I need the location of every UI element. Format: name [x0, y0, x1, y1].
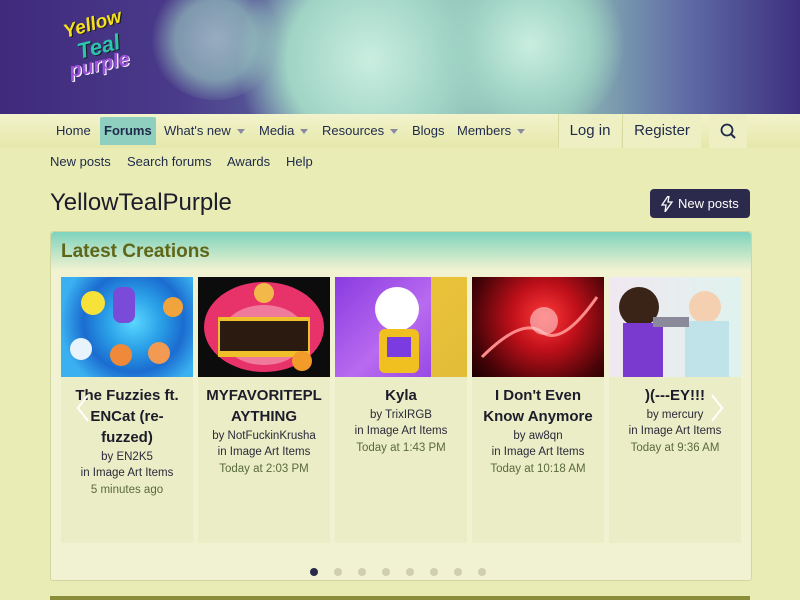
subnav-search-forums[interactable]: Search forums: [127, 154, 212, 169]
creation-time: Today at 9:36 AM: [630, 442, 720, 454]
carousel-next-arrow-icon[interactable]: [710, 393, 724, 423]
thumbnail-art: [204, 282, 324, 372]
nav-tab-label: Members: [457, 123, 512, 138]
thumbnail-art: [375, 277, 467, 377]
nav-tab-blogs[interactable]: Blogs: [408, 117, 449, 145]
subnav-new-posts[interactable]: New posts: [50, 154, 111, 169]
creation-time: Today at 1:43 PM: [356, 442, 446, 454]
block-heading: Latest Creations: [61, 241, 210, 262]
register-button[interactable]: Register: [622, 114, 701, 148]
banner-flower-art-2: [430, 0, 630, 114]
creation-thumbnail[interactable]: [61, 277, 193, 377]
carousel-dot[interactable]: [454, 568, 462, 576]
subnav-help[interactable]: Help: [286, 154, 313, 169]
creation-title[interactable]: Kyla: [339, 385, 463, 406]
thumbnail-art: [480, 296, 599, 359]
creation-thumbnail[interactable]: [472, 277, 604, 377]
site-logo[interactable]: Yellow Teal purple: [55, 6, 139, 84]
carousel-prev-arrow-icon[interactable]: [76, 393, 90, 423]
creation-category[interactable]: in Image Art Items: [611, 423, 739, 439]
nav-tab-label: Home: [56, 123, 91, 138]
carousel-dot[interactable]: [478, 568, 486, 576]
creation-time: 5 minutes ago: [90, 484, 164, 496]
nav-tab-members[interactable]: Members: [453, 117, 529, 145]
creation-card[interactable]: I Don't Even Know Anymore by aw8qn in Im…: [472, 277, 604, 543]
search-icon: [720, 123, 736, 139]
login-button[interactable]: Log in: [558, 114, 621, 148]
carousel-dot[interactable]: [334, 568, 342, 576]
thumbnail-art: [70, 287, 183, 366]
lightning-bolt-icon: [660, 196, 674, 212]
chevron-down-icon[interactable]: [390, 129, 399, 135]
new-posts-button[interactable]: New posts: [650, 189, 750, 218]
creation-category[interactable]: in Image Art Items: [337, 423, 465, 439]
nav-tab-home[interactable]: Home: [52, 117, 95, 145]
creation-time: Today at 10:18 AM: [490, 463, 586, 475]
chevron-down-icon[interactable]: [236, 129, 245, 135]
nav-tab-label: Forums: [104, 123, 152, 138]
carousel-dot[interactable]: [430, 568, 438, 576]
nav-tab-resources[interactable]: Resources: [318, 117, 402, 145]
creation-author[interactable]: by EN2K5: [63, 449, 191, 465]
creation-author[interactable]: by aw8qn: [474, 428, 602, 444]
nav-tab-label: Blogs: [412, 123, 445, 138]
carousel-dot[interactable]: [406, 568, 414, 576]
creation-time: Today at 2:03 PM: [219, 463, 309, 475]
creation-thumbnail[interactable]: [198, 277, 330, 377]
creation-card[interactable]: MYFAVORITEPLAYTHING by NotFuckinKrusha i…: [198, 277, 330, 543]
page-title: YellowTealPurple: [50, 189, 232, 216]
chevron-down-icon[interactable]: [517, 129, 526, 135]
creation-title[interactable]: I Don't Even Know Anymore: [476, 385, 600, 427]
sub-navigation: New posts Search forums Awards Help: [0, 148, 800, 178]
carousel-dot[interactable]: [310, 568, 318, 576]
new-posts-button-label: New posts: [678, 196, 739, 211]
creation-category[interactable]: in Image Art Items: [200, 444, 328, 460]
creation-thumbnail[interactable]: [609, 277, 741, 377]
nav-tab-label: Resources: [322, 123, 385, 138]
chevron-down-icon[interactable]: [300, 129, 309, 135]
nav-tab-media[interactable]: Media: [255, 117, 312, 145]
nav-tab-forums[interactable]: Forums: [100, 117, 156, 145]
search-button[interactable]: [709, 114, 747, 148]
block-header: Latest Creations: [51, 232, 751, 270]
creation-card[interactable]: Kyla by TrixIRGB in Image Art Items Toda…: [335, 277, 467, 543]
thumbnail-art: [619, 287, 729, 377]
creation-title[interactable]: MYFAVORITEPLAYTHING: [202, 385, 326, 427]
nav-tab-label: What's new: [164, 123, 231, 138]
next-block-top-edge: [50, 596, 750, 600]
creation-category[interactable]: in Image Art Items: [474, 444, 602, 460]
header-banner: Yellow Teal purple: [0, 0, 800, 114]
carousel-dot[interactable]: [358, 568, 366, 576]
latest-creations-block: Latest Creations The Fuzzies ft. ENCat (…: [50, 231, 752, 581]
nav-tab-whats-new[interactable]: What's new: [160, 117, 249, 145]
main-navigation: Home Forums What's new Media Resources B…: [0, 114, 800, 148]
creation-thumbnail[interactable]: [335, 277, 467, 377]
creation-author[interactable]: by NotFuckinKrusha: [200, 428, 328, 444]
creation-category[interactable]: in Image Art Items: [63, 465, 191, 481]
nav-tab-label: Media: [259, 123, 295, 138]
subnav-awards[interactable]: Awards: [227, 154, 270, 169]
carousel-dot[interactable]: [382, 568, 390, 576]
creation-author[interactable]: by TrixIRGB: [337, 407, 465, 423]
